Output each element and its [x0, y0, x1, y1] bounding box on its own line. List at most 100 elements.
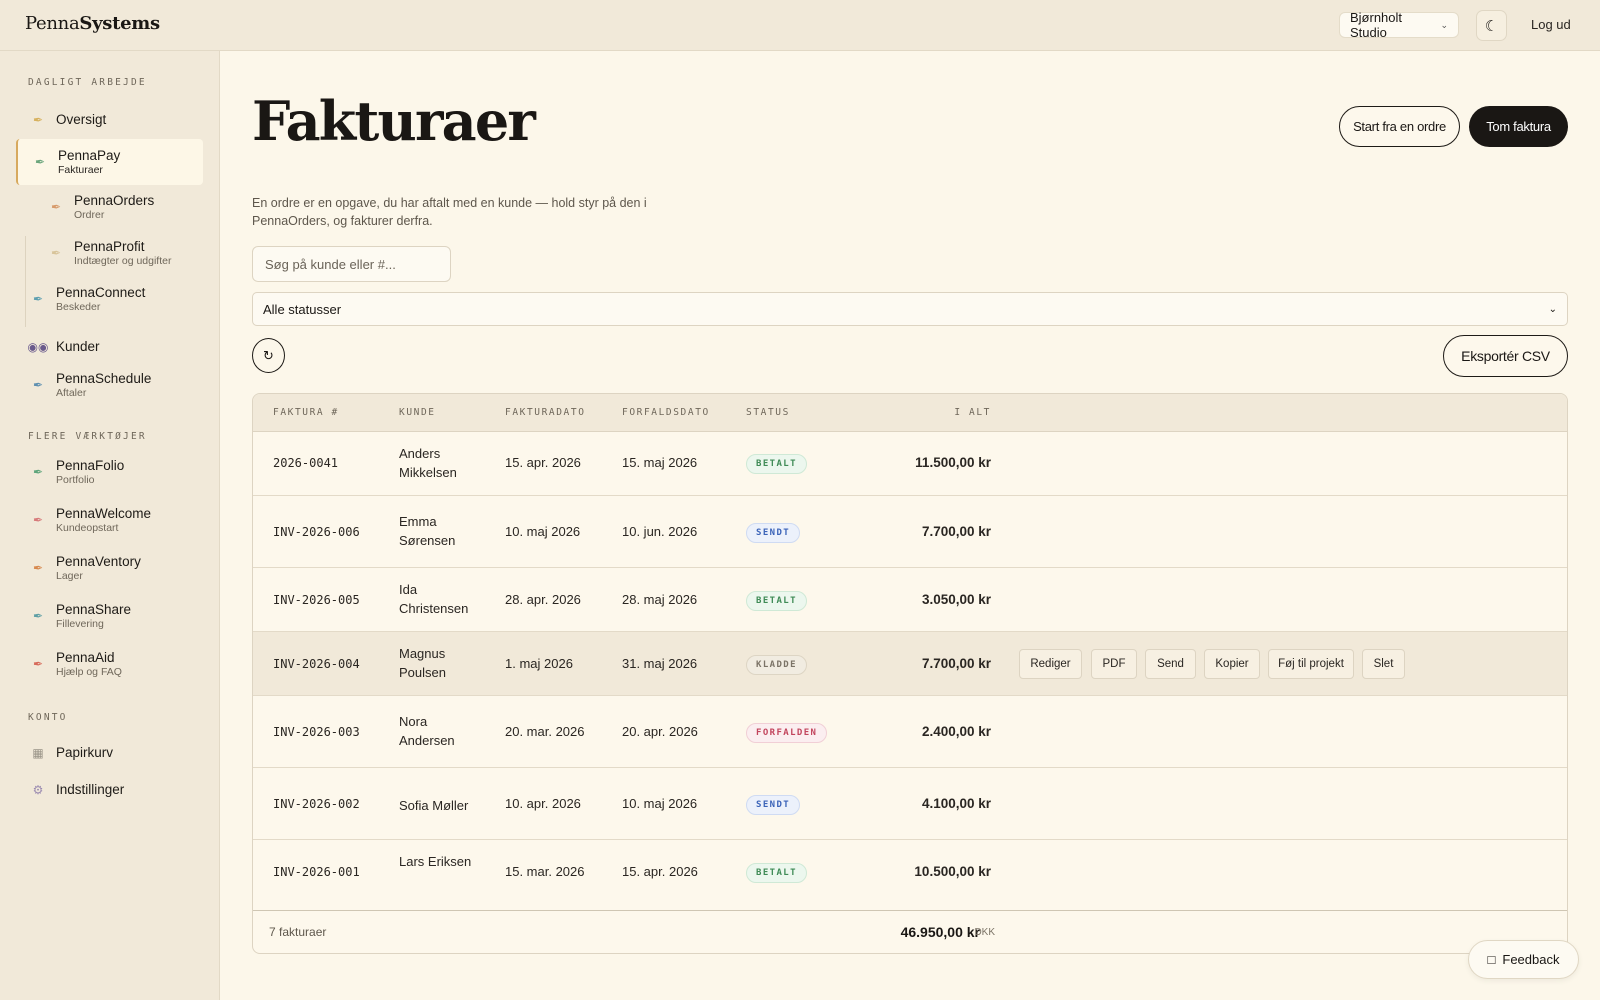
logout-link[interactable]: Log ud	[1531, 17, 1571, 32]
sidebar: DAGLIGT ARBEJDE ✒ Oversigt ✒ PennaPay Fa…	[0, 51, 220, 1000]
sidebar-item-pennafolio[interactable]: ✒ PennaFolio Portfolio	[16, 452, 203, 492]
sidebar-item-pennaorders[interactable]: ✒ PennaOrders Ordrer	[40, 187, 203, 227]
section-label-more: FLERE VÆRKTØJER	[28, 431, 147, 442]
quill-icon: ✒	[32, 561, 44, 575]
due-date: 31. maj 2026	[622, 656, 698, 671]
send-button[interactable]: Send	[1145, 649, 1196, 679]
table-row[interactable]: INV-2026-004 Magnus Poulsen 1. maj 2026 …	[253, 632, 1567, 696]
chevron-down-icon: ⌄	[1440, 19, 1448, 30]
sidebar-item-label: Oversigt	[56, 112, 107, 127]
table-row[interactable]: INV-2026-006 Emma Sørensen 10. maj 2026 …	[253, 496, 1567, 568]
sidebar-item-pennapay[interactable]: ✒ PennaPay Fakturaer	[16, 139, 203, 185]
sidebar-item-sublabel: Lager	[56, 569, 83, 582]
due-date: 20. apr. 2026	[622, 724, 698, 739]
customer-name: Sofia Møller	[399, 798, 469, 813]
sidebar-item-pennaconnect[interactable]: ✒ PennaConnect Beskeder	[16, 279, 203, 319]
invoice-number: 2026-0041	[273, 456, 339, 470]
col-header-status[interactable]: STATUS	[746, 407, 790, 418]
edit-button[interactable]: Rediger	[1019, 649, 1082, 679]
export-csv-button[interactable]: Eksportér CSV	[1443, 335, 1568, 377]
status-badge: FORFALDEN	[746, 723, 828, 743]
col-header-customer[interactable]: KUNDE	[399, 407, 436, 418]
moon-icon: ☾	[1484, 17, 1499, 35]
theme-toggle-button[interactable]: ☾	[1476, 10, 1507, 41]
sidebar-item-sublabel: Aftaler	[56, 386, 87, 399]
col-header-invoice[interactable]: FAKTURA #	[273, 407, 339, 418]
page-title: Fakturaer	[252, 89, 536, 153]
status-badge: KLADDE	[746, 655, 807, 675]
status-badge: BETALT	[746, 591, 807, 611]
sidebar-item-sublabel: Fakturaer	[58, 163, 103, 176]
invoice-date: 1. maj 2026	[505, 656, 573, 671]
status-filter-value: Alle statusser	[263, 301, 342, 317]
invoice-total: 7.700,00 kr	[921, 656, 991, 671]
invoice-total: 4.100,00 kr	[921, 796, 991, 811]
quill-icon: ✒	[32, 609, 44, 623]
sidebar-item-label: Kunder	[56, 339, 100, 354]
pdf-button[interactable]: PDF	[1091, 649, 1137, 679]
invoice-date: 28. apr. 2026	[505, 592, 581, 607]
col-header-invoice-date[interactable]: FAKTURADATO	[505, 407, 586, 418]
sidebar-item-label: Indstillinger	[56, 782, 125, 797]
sidebar-item-label: PennaShare	[56, 601, 132, 617]
table-row[interactable]: INV-2026-005 Ida Christensen 28. apr. 20…	[253, 568, 1567, 632]
refresh-button[interactable]: ↻	[252, 338, 285, 373]
table-row[interactable]: 2026-0041 Anders Mikkelsen 15. apr. 2026…	[253, 432, 1567, 496]
sidebar-item-oversigt[interactable]: ✒ Oversigt	[16, 104, 203, 136]
start-from-order-button[interactable]: Start fra en ordre	[1339, 106, 1460, 147]
sidebar-item-sublabel: Beskeder	[56, 300, 101, 313]
quill-icon: ✒	[32, 378, 44, 392]
status-badge: SENDT	[746, 523, 801, 543]
sidebar-item-kunder[interactable]: ◉◉ Kunder	[16, 331, 203, 363]
sidebar-item-label: PennaWelcome	[56, 505, 152, 521]
workspace-label: Bjørnholt Studio	[1350, 10, 1403, 40]
sidebar-item-papirkurv[interactable]: ▦ Papirkurv	[16, 738, 203, 768]
add-to-project-button[interactable]: Føj til projekt	[1268, 649, 1354, 679]
table-row[interactable]: INV-2026-002 Sofia Møller 10. apr. 2026 …	[253, 768, 1567, 840]
gear-icon: ⚙	[32, 783, 44, 797]
delete-button[interactable]: Slet	[1362, 649, 1405, 679]
sidebar-item-label: Papirkurv	[56, 745, 114, 760]
refresh-icon: ↻	[263, 347, 274, 363]
quill-icon: ✒	[32, 513, 44, 527]
sidebar-item-label: PennaSchedule	[56, 370, 152, 386]
sidebar-item-pennaaid[interactable]: ✒ PennaAid Hjælp og FAQ	[16, 644, 203, 684]
sidebar-item-pennaventory[interactable]: ✒ PennaVentory Lager	[16, 548, 203, 588]
brand-logo[interactable]: PennaSystems	[25, 13, 160, 34]
sidebar-item-label: PennaProfit	[74, 238, 145, 254]
invoice-number: INV-2026-006	[273, 525, 360, 539]
sidebar-item-pennaprofit[interactable]: ✒ PennaProfit Indtægter og udgifter	[40, 233, 203, 273]
status-badge: BETALT	[746, 863, 807, 883]
sidebar-item-pennashare[interactable]: ✒ PennaShare Fillevering	[16, 596, 203, 636]
table-row[interactable]: INV-2026-001 Lars Eriksen 15. mar. 2026 …	[253, 840, 1567, 904]
section-label-account: KONTO	[28, 712, 68, 723]
sidebar-item-sublabel: Indtægter og udgifter	[74, 254, 172, 267]
invoice-date: 15. apr. 2026	[505, 455, 581, 470]
invoice-date: 10. apr. 2026	[505, 796, 581, 811]
invoice-number: INV-2026-002	[273, 797, 360, 811]
quill-icon: ✒	[32, 292, 44, 306]
table-row[interactable]: INV-2026-003 Nora Andersen 20. mar. 2026…	[253, 696, 1567, 768]
quill-icon: ✒	[50, 200, 62, 214]
sidebar-item-indstillinger[interactable]: ⚙ Indstillinger	[16, 775, 203, 805]
blank-invoice-button[interactable]: Tom faktura	[1469, 106, 1568, 147]
search-input[interactable]	[252, 246, 451, 282]
sidebar-item-pennawelcome[interactable]: ✒ PennaWelcome Kundeopstart	[16, 500, 203, 540]
chat-bubble-icon: □	[1487, 952, 1496, 967]
customer-name: Magnus Poulsen	[399, 646, 446, 680]
sidebar-item-pennaschedule[interactable]: ✒ PennaSchedule Aftaler	[16, 365, 203, 405]
quill-icon: ✒	[32, 113, 44, 127]
invoice-date: 15. mar. 2026	[505, 864, 585, 879]
invoice-total: 2.400,00 kr	[921, 724, 991, 739]
due-date: 28. maj 2026	[622, 592, 698, 607]
status-filter-select[interactable]: Alle statusser ⌄	[252, 292, 1568, 326]
copy-button[interactable]: Kopier	[1204, 649, 1260, 679]
workspace-switcher[interactable]: Bjørnholt Studio ⌄	[1339, 10, 1459, 40]
sidebar-item-sublabel: Portfolio	[56, 473, 95, 486]
feedback-button[interactable]: □ Feedback	[1468, 940, 1579, 979]
invoice-total: 7.700,00 kr	[921, 524, 991, 539]
sidebar-item-sublabel: Kundeopstart	[56, 521, 119, 534]
col-header-total[interactable]: I ALT	[954, 407, 991, 418]
sidebar-item-sublabel: Hjælp og FAQ	[56, 665, 122, 678]
col-header-due-date[interactable]: FORFALDSDATO	[622, 407, 710, 418]
